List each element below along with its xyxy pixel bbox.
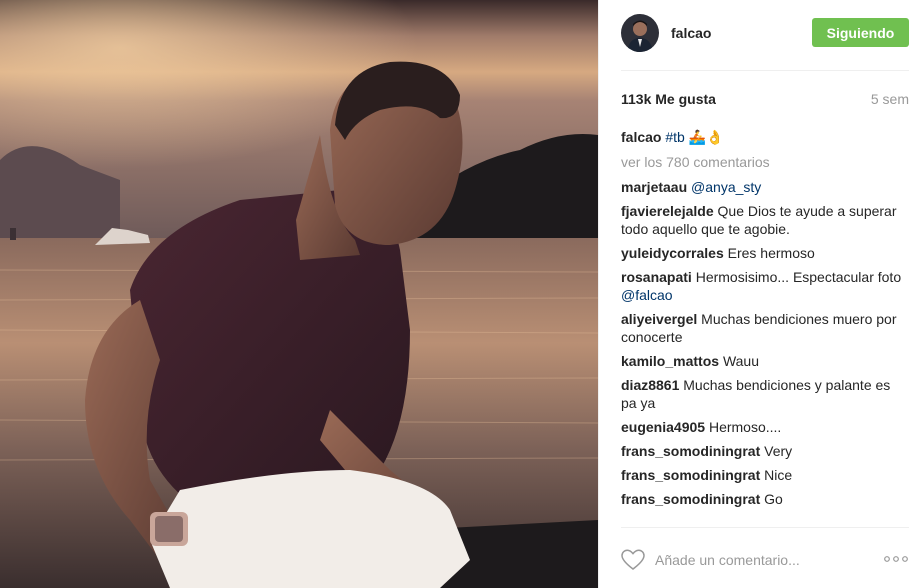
comment-username[interactable]: aliyeivergel (621, 311, 697, 327)
heart-icon[interactable] (621, 549, 645, 571)
comment-text: Eres hermoso (727, 245, 815, 261)
post-sidebar: falcao Siguiendo 113k Me gusta 5 sem fal… (598, 0, 917, 588)
post-viewer: falcao Siguiendo 113k Me gusta 5 sem fal… (0, 0, 917, 588)
view-all-comments-link[interactable]: ver los 780 comentarios (621, 153, 909, 171)
comments-list: falcao #tb 🚣👌 ver los 780 comentarios ma… (621, 128, 909, 514)
comment-text: Wauu (722, 353, 759, 369)
caption-emoji: 🚣👌 (688, 129, 724, 145)
likes-row: 113k Me gusta 5 sem (621, 91, 909, 109)
comment-username[interactable]: frans_somodiningrat (621, 491, 760, 507)
add-comment-input[interactable] (655, 552, 885, 568)
comment-text: Hermosisimo... Espectacular foto (695, 269, 902, 285)
comment: diaz8861 Muchas bendiciones y palante es… (621, 376, 909, 412)
comment-username[interactable]: yuleidycorrales (621, 245, 724, 261)
comment-bar (621, 545, 909, 575)
comment: kamilo_mattos Wauu (621, 352, 909, 370)
comment: aliyeivergel Muchas bendiciones muero po… (621, 310, 909, 346)
caption-hashtag[interactable]: #tb (665, 129, 684, 145)
comment: frans_somodiningrat Very (621, 442, 909, 460)
comment: frans_somodiningrat Go (621, 490, 909, 508)
header-divider (621, 70, 909, 71)
comment-username[interactable]: rosanapati (621, 269, 692, 285)
comment-username[interactable]: marjetaau (621, 179, 687, 195)
caption-username[interactable]: falcao (621, 129, 661, 145)
comment-mention[interactable]: @falcao (621, 287, 673, 303)
comment-text: Very (764, 443, 793, 459)
comment: eugenia4905 Hermoso.... (621, 418, 909, 436)
more-options-icon[interactable] (883, 553, 909, 565)
comment-username[interactable]: diaz8861 (621, 377, 679, 393)
comment-username[interactable]: kamilo_mattos (621, 353, 719, 369)
comment-text: Nice (764, 467, 793, 483)
comment-username[interactable]: eugenia4905 (621, 419, 705, 435)
footer-divider (621, 527, 909, 528)
post-author-username[interactable]: falcao (671, 25, 711, 41)
post-photo[interactable] (0, 0, 598, 588)
comment-rows: marjetaau @anya_sty fjavierelejalde Que D… (621, 178, 909, 508)
avatar[interactable] (621, 14, 659, 52)
comment-username[interactable]: fjavierelejalde (621, 203, 714, 219)
comment: rosanapati Hermosisimo... Espectacular f… (621, 268, 909, 304)
comment-text: Go (764, 491, 783, 507)
comment-mention[interactable]: @anya_sty (691, 179, 761, 195)
avatar-image (621, 14, 659, 52)
caption: falcao #tb 🚣👌 (621, 128, 909, 146)
comment-text: Hermoso.... (708, 419, 782, 435)
post-header: falcao Siguiendo (621, 13, 909, 53)
comment: frans_somodiningrat Nice (621, 466, 909, 484)
comment: fjavierelejalde Que Dios te ayude a supe… (621, 202, 909, 238)
comment-username[interactable]: frans_somodiningrat (621, 467, 760, 483)
sunset-portrait-image (0, 0, 598, 588)
comment-username[interactable]: frans_somodiningrat (621, 443, 760, 459)
likes-count[interactable]: 113k Me gusta (621, 91, 716, 109)
comment: marjetaau @anya_sty (621, 178, 909, 196)
post-timestamp[interactable]: 5 sem (871, 91, 909, 109)
following-button[interactable]: Siguiendo (812, 18, 909, 47)
comment: yuleidycorrales Eres hermoso (621, 244, 909, 262)
